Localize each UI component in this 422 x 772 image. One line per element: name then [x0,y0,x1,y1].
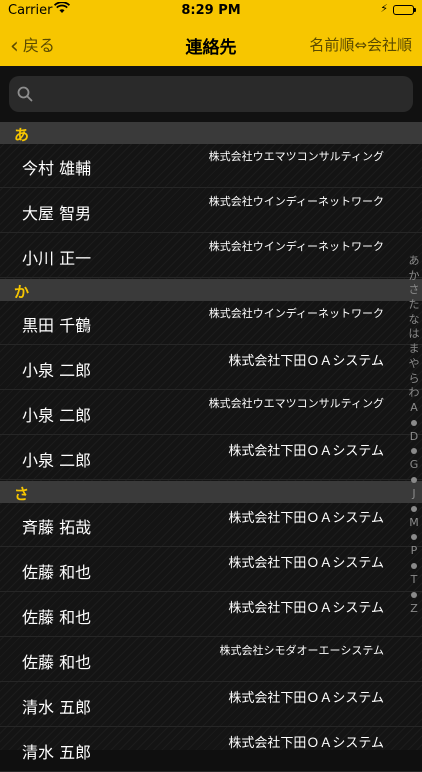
index-dot[interactable] [411,448,417,455]
index-letter[interactable]: A [406,401,422,416]
battery-icon [393,5,416,15]
index-dot[interactable] [411,563,417,569]
search-area [0,66,422,122]
contact-company: 株式会社下田ＯＡシステム [228,736,384,751]
contact-name: 大屋 智男 [22,204,92,223]
sort-toggle-button[interactable]: 名前順⇔会社順 [309,34,412,55]
index-letter[interactable]: D [406,430,422,445]
index-dot[interactable] [411,505,417,512]
contact-row[interactable]: 小泉 二郎 株式会社下田ＯＡシステム [0,436,422,480]
index-letter[interactable]: た [406,298,422,313]
contact-name: 小泉 二郎 [22,451,92,470]
index-letter[interactable]: G [406,458,422,473]
contact-company: 株式会社下田ＯＡシステム [228,444,384,459]
index-letter[interactable]: は [406,327,422,342]
contact-name: 小泉 二郎 [22,361,92,380]
contact-company: 株式会社下田ＯＡシステム [228,556,384,571]
index-letter[interactable]: ら [406,372,422,387]
index-letter[interactable]: J [406,487,422,502]
contact-name: 清水 五郎 [22,743,92,762]
contact-name: 小泉 二郎 [22,406,92,425]
index-letter[interactable]: さ [406,283,422,298]
contact-row[interactable]: 小泉 二郎 株式会社下田ＯＡシステム [0,346,422,390]
section-index[interactable]: あかさたなはまやらわADGJMPTZ [406,254,422,616]
contact-company: 株式会社ウインディーネットワーク [208,307,384,320]
index-dot[interactable] [411,476,417,483]
contact-company: 株式会社下田ＯＡシステム [228,511,384,526]
contact-row[interactable]: 大屋 智男 株式会社ウインディーネットワーク [0,189,422,233]
contact-company: 株式会社下田ＯＡシステム [228,691,384,706]
search-bar[interactable] [9,76,413,112]
index-letter[interactable]: P [406,544,422,559]
section-header: あ [0,122,422,144]
clock: 8:29 PM [181,3,241,18]
contact-name: 佐藤 和也 [22,653,92,672]
contact-name: 斉藤 拓哉 [22,518,92,537]
section-header: さ [0,481,422,503]
index-dot[interactable] [411,419,417,426]
contact-row[interactable]: 黒田 千鶴 株式会社ウインディーネットワーク [0,301,422,345]
index-letter[interactable]: か [406,269,422,284]
search-icon [17,86,33,102]
contact-company: 株式会社ウインディーネットワーク [208,240,384,253]
contact-name: 今村 雄輔 [22,159,92,178]
contact-company: 株式会社ウエマツコンサルティング [208,397,384,410]
index-letter[interactable]: Z [406,602,422,617]
contact-name: 佐藤 和也 [22,608,92,627]
index-dot[interactable] [411,534,417,541]
contact-company: 株式会社ウエマツコンサルティング [208,150,384,163]
index-letter[interactable]: わ [406,386,422,401]
index-letter[interactable]: あ [406,254,422,269]
contact-row[interactable]: 小泉 二郎 株式会社ウエマツコンサルティング [0,391,422,435]
status-bar: Carrier 8:29 PM ⚡ [0,0,422,22]
contact-name: 黒田 千鶴 [22,316,92,335]
index-letter[interactable]: T [406,573,422,588]
contact-row[interactable]: 佐藤 和也 株式会社シモダオーエーシステム [0,638,422,682]
index-letter[interactable]: ま [406,342,422,357]
index-letter[interactable]: な [406,313,422,328]
index-dot[interactable] [411,591,417,598]
charging-icon: ⚡ [380,2,388,15]
contact-list[interactable]: あ 今村 雄輔 株式会社ウエマツコンサルティング 大屋 智男 株式会社ウインディ… [0,122,422,772]
contact-company: 株式会社下田ＯＡシステム [228,354,384,369]
contact-row[interactable]: 清水 五郎 株式会社下田ＯＡシステム [0,728,422,772]
contact-row[interactable]: 小川 正一 株式会社ウインディーネットワーク [0,234,422,278]
index-letter[interactable]: M [406,516,422,531]
contact-row[interactable]: 斉藤 拓哉 株式会社下田ＯＡシステム [0,503,422,547]
contact-name: 小川 正一 [22,249,92,268]
contact-name: 清水 五郎 [22,698,92,717]
contact-company: 株式会社シモダオーエーシステム [219,644,384,657]
contact-row[interactable]: 今村 雄輔 株式会社ウエマツコンサルティング [0,144,422,188]
navigation-bar: ‹ 戻る 連絡先 名前順⇔会社順 [0,22,422,66]
contact-company: 株式会社下田ＯＡシステム [228,601,384,616]
search-input[interactable] [39,82,403,108]
index-letter[interactable]: や [406,357,422,372]
contact-name: 佐藤 和也 [22,563,92,582]
section-header: か [0,279,422,301]
contact-row[interactable]: 佐藤 和也 株式会社下田ＯＡシステム [0,593,422,637]
contact-row[interactable]: 清水 五郎 株式会社下田ＯＡシステム [0,683,422,727]
contact-company: 株式会社ウインディーネットワーク [208,195,384,208]
contact-row[interactable]: 佐藤 和也 株式会社下田ＯＡシステム [0,548,422,592]
